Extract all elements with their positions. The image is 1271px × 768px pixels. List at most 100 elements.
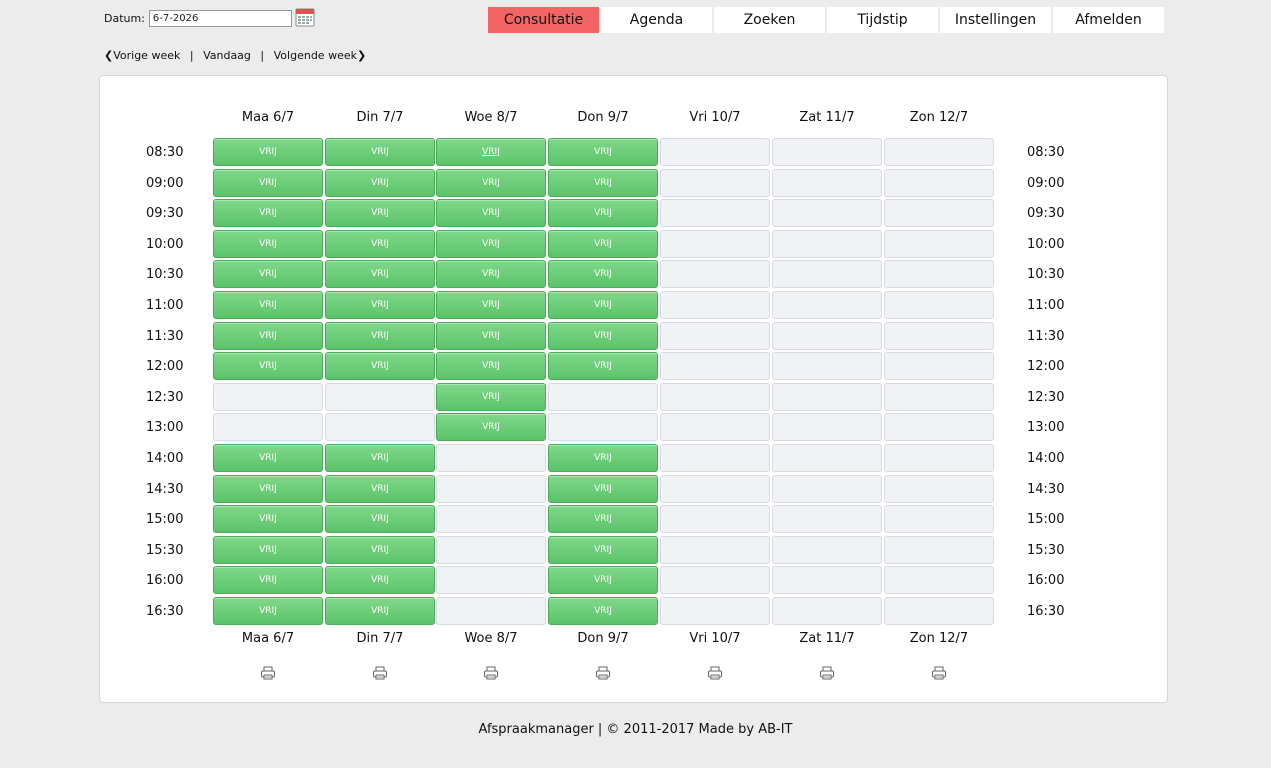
free-slot[interactable]: VRIJ — [548, 566, 658, 595]
free-slot[interactable]: VRIJ — [436, 382, 546, 411]
empty-slot[interactable] — [772, 321, 882, 350]
free-slot[interactable]: VRIJ — [213, 229, 323, 258]
empty-slot[interactable] — [660, 168, 770, 197]
nav-zoeken[interactable]: Zoeken — [714, 7, 825, 33]
empty-slot[interactable] — [213, 413, 323, 442]
empty-slot[interactable] — [325, 382, 435, 411]
empty-slot[interactable] — [884, 168, 994, 197]
empty-slot[interactable] — [884, 597, 994, 625]
free-slot[interactable]: VRIJ — [325, 597, 435, 625]
nav-afmelden[interactable]: Afmelden — [1053, 7, 1164, 33]
free-slot[interactable]: VRIJ — [548, 321, 658, 350]
empty-slot[interactable] — [660, 138, 770, 166]
printer-icon[interactable] — [260, 665, 276, 680]
free-slot[interactable]: VRIJ — [548, 138, 658, 166]
free-slot[interactable]: VRIJ — [436, 229, 546, 258]
free-slot[interactable]: VRIJ — [436, 199, 546, 228]
free-slot[interactable]: VRIJ — [325, 444, 435, 472]
free-slot[interactable]: VRIJ — [325, 168, 435, 197]
empty-slot[interactable] — [436, 566, 546, 595]
free-slot[interactable]: VRIJ — [213, 444, 323, 472]
empty-slot[interactable] — [325, 413, 435, 442]
empty-slot[interactable] — [436, 535, 546, 564]
calendar-icon[interactable] — [295, 7, 315, 27]
free-slot[interactable]: VRIJ — [548, 199, 658, 228]
empty-slot[interactable] — [884, 138, 994, 166]
free-slot[interactable]: VRIJ — [213, 505, 323, 534]
free-slot[interactable]: VRIJ — [548, 291, 658, 319]
empty-slot[interactable] — [884, 382, 994, 411]
empty-slot[interactable] — [660, 474, 770, 503]
printer-icon[interactable] — [595, 665, 611, 680]
empty-slot[interactable] — [884, 229, 994, 258]
free-slot[interactable]: VRIJ — [436, 413, 546, 442]
empty-slot[interactable] — [772, 382, 882, 411]
empty-slot[interactable] — [772, 168, 882, 197]
free-slot[interactable]: VRIJ — [436, 291, 546, 319]
empty-slot[interactable] — [884, 444, 994, 472]
empty-slot[interactable] — [884, 352, 994, 381]
empty-slot[interactable] — [772, 444, 882, 472]
empty-slot[interactable] — [213, 382, 323, 411]
free-slot[interactable]: VRIJ — [436, 138, 546, 166]
free-slot[interactable]: VRIJ — [213, 566, 323, 595]
free-slot[interactable]: VRIJ — [325, 321, 435, 350]
empty-slot[interactable] — [660, 199, 770, 228]
free-slot[interactable]: VRIJ — [213, 474, 323, 503]
empty-slot[interactable] — [660, 291, 770, 319]
free-slot[interactable]: VRIJ — [325, 505, 435, 534]
prev-week-link[interactable]: ❮Vorige week — [104, 49, 180, 62]
free-slot[interactable]: VRIJ — [325, 229, 435, 258]
empty-slot[interactable] — [884, 321, 994, 350]
nav-agenda[interactable]: Agenda — [601, 7, 712, 33]
empty-slot[interactable] — [660, 597, 770, 625]
free-slot[interactable]: VRIJ — [436, 260, 546, 289]
empty-slot[interactable] — [660, 444, 770, 472]
empty-slot[interactable] — [660, 260, 770, 289]
free-slot[interactable]: VRIJ — [548, 168, 658, 197]
free-slot[interactable]: VRIJ — [213, 535, 323, 564]
printer-icon[interactable] — [372, 665, 388, 680]
empty-slot[interactable] — [772, 229, 882, 258]
free-slot[interactable]: VRIJ — [548, 444, 658, 472]
free-slot[interactable]: VRIJ — [548, 505, 658, 534]
empty-slot[interactable] — [436, 597, 546, 625]
empty-slot[interactable] — [884, 199, 994, 228]
empty-slot[interactable] — [772, 535, 882, 564]
empty-slot[interactable] — [772, 291, 882, 319]
empty-slot[interactable] — [884, 505, 994, 534]
empty-slot[interactable] — [436, 444, 546, 472]
free-slot[interactable]: VRIJ — [213, 168, 323, 197]
empty-slot[interactable] — [660, 352, 770, 381]
empty-slot[interactable] — [548, 413, 658, 442]
free-slot[interactable]: VRIJ — [325, 352, 435, 381]
empty-slot[interactable] — [884, 474, 994, 503]
free-slot[interactable]: VRIJ — [325, 474, 435, 503]
empty-slot[interactable] — [660, 229, 770, 258]
empty-slot[interactable] — [660, 321, 770, 350]
free-slot[interactable]: VRIJ — [548, 597, 658, 625]
empty-slot[interactable] — [772, 566, 882, 595]
free-slot[interactable]: VRIJ — [213, 199, 323, 228]
printer-icon[interactable] — [819, 665, 835, 680]
empty-slot[interactable] — [772, 352, 882, 381]
free-slot[interactable]: VRIJ — [548, 352, 658, 381]
empty-slot[interactable] — [772, 138, 882, 166]
free-slot[interactable]: VRIJ — [325, 291, 435, 319]
today-link[interactable]: Vandaag — [203, 49, 251, 62]
empty-slot[interactable] — [772, 474, 882, 503]
nav-instellingen[interactable]: Instellingen — [940, 7, 1051, 33]
empty-slot[interactable] — [660, 535, 770, 564]
free-slot[interactable]: VRIJ — [548, 260, 658, 289]
empty-slot[interactable] — [660, 382, 770, 411]
free-slot[interactable]: VRIJ — [325, 535, 435, 564]
printer-icon[interactable] — [483, 665, 499, 680]
free-slot[interactable]: VRIJ — [213, 352, 323, 381]
free-slot[interactable]: VRIJ — [548, 229, 658, 258]
empty-slot[interactable] — [660, 566, 770, 595]
free-slot[interactable]: VRIJ — [325, 566, 435, 595]
empty-slot[interactable] — [548, 382, 658, 411]
nav-consultatie[interactable]: Consultatie — [488, 7, 599, 33]
empty-slot[interactable] — [884, 291, 994, 319]
free-slot[interactable]: VRIJ — [436, 168, 546, 197]
